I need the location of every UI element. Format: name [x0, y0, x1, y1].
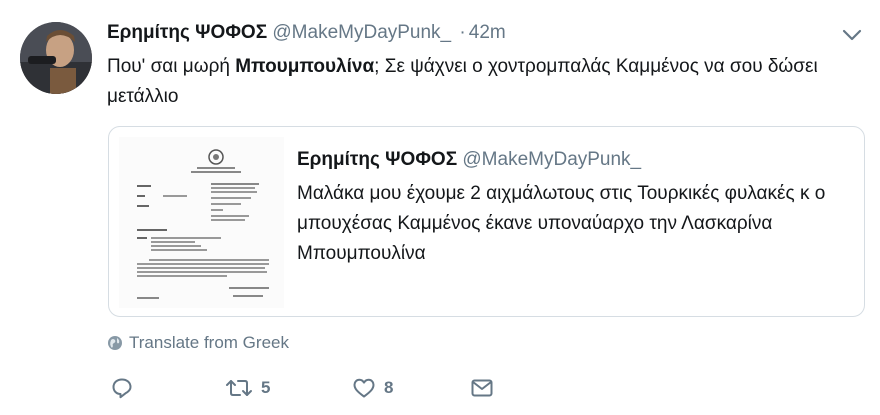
tweet[interactable]: Ερημίτης ΨΟΦΟΣ @MakeMyDayPunk_ · 42m Που'… [0, 0, 880, 415]
avatar[interactable] [20, 22, 92, 94]
retweet-count: 5 [261, 378, 271, 397]
envelope-icon [471, 379, 493, 397]
reply-icon [112, 378, 132, 399]
author-name[interactable]: Ερημίτης ΨΟΦΟΣ [107, 22, 267, 43]
tweet-text-before: Που' σαι μωρή [107, 56, 236, 77]
quoted-tweet-header: Ερημίτης ΨΟΦΟΣ @MakeMyDayPunk_ [297, 147, 641, 173]
tweet-text: Που' σαι μωρή Μπουμπουλίνα; Σε ψάχνει ο … [107, 52, 857, 112]
retweet-button[interactable]: 5 [225, 376, 270, 400]
author-handle[interactable]: @MakeMyDayPunk_ [272, 22, 451, 43]
retweet-icon [226, 380, 252, 396]
like-count: 8 [384, 378, 394, 397]
translate-link[interactable]: Translate from Greek [107, 333, 289, 353]
quoted-author-name[interactable]: Ερημίτης ΨΟΦΟΣ [297, 149, 457, 170]
heart-icon [353, 378, 375, 398]
translate-label[interactable]: Translate from Greek [129, 333, 289, 353]
direct-message-button[interactable] [470, 376, 494, 400]
tweet-timestamp[interactable]: 42m [469, 22, 506, 43]
separator-dot: · [459, 22, 466, 43]
quoted-tweet-image[interactable] [119, 137, 284, 308]
reply-button[interactable] [110, 376, 134, 400]
globe-icon [108, 336, 122, 350]
like-button[interactable]: 8 [352, 376, 393, 400]
quoted-tweet-card[interactable]: Ερημίτης ΨΟΦΟΣ @MakeMyDayPunk_ Μαλάκα μο… [108, 126, 865, 317]
quoted-author-handle[interactable]: @MakeMyDayPunk_ [462, 149, 641, 170]
quoted-tweet-text: Μαλάκα μου έχουμε 2 αιχμάλωτους στις Του… [297, 183, 826, 264]
chevron-down-icon[interactable] [840, 26, 864, 44]
tweet-header: Ερημίτης ΨΟΦΟΣ @MakeMyDayPunk_ · 42m [107, 20, 506, 46]
tweet-text-bold: Μπουμπουλίνα [235, 56, 375, 77]
